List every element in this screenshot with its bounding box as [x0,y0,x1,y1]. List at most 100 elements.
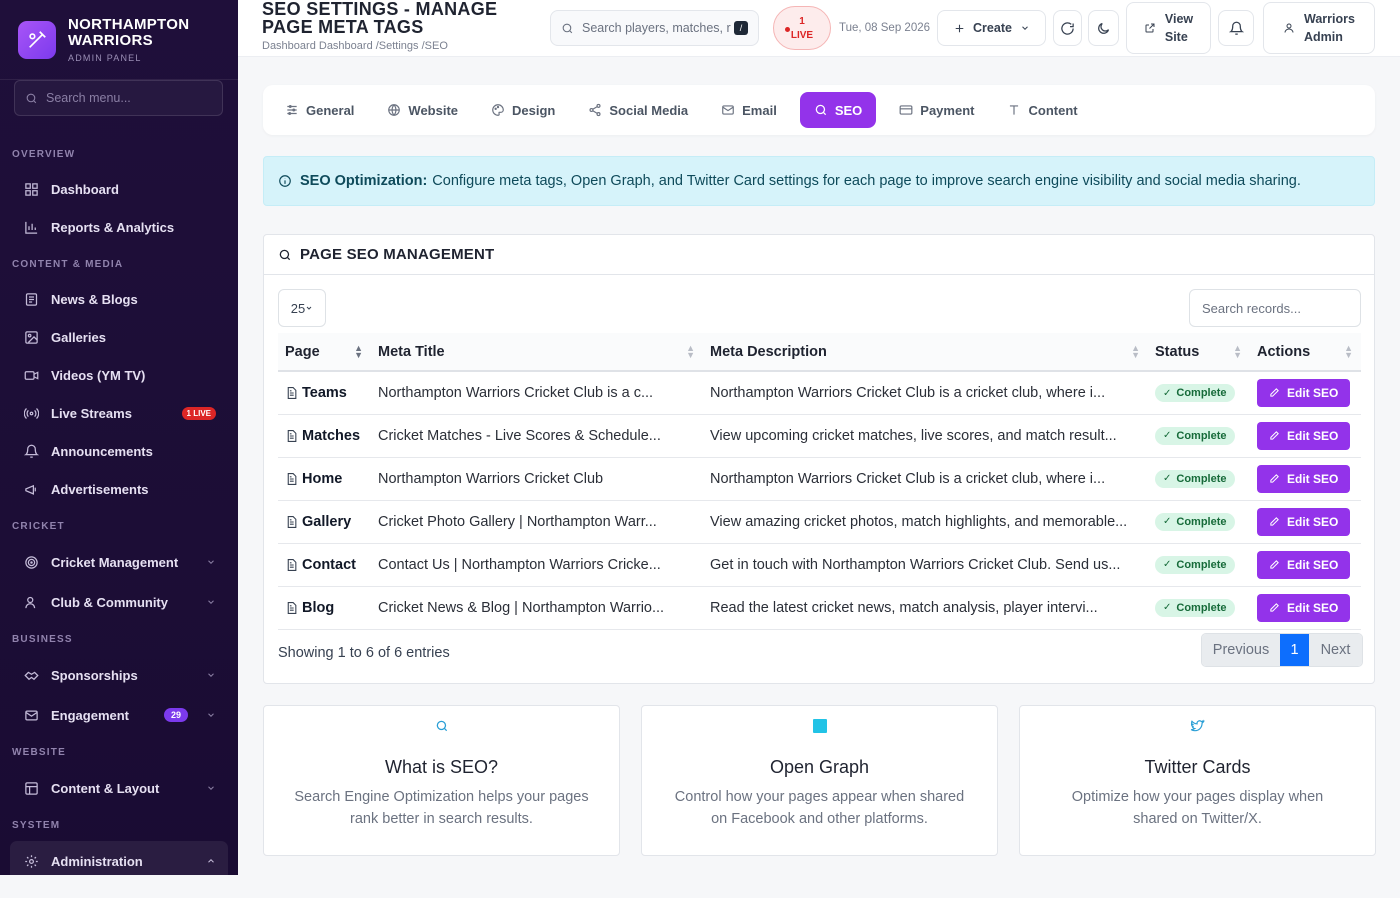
sidebar-item-sponsorships[interactable]: Sponsorships [0,655,238,695]
tab-website[interactable]: Website [377,92,468,128]
edit-seo-button[interactable]: Edit SEO [1257,464,1351,493]
cell-meta-description: View amazing cricket photos, match highl… [703,500,1148,544]
edit-seo-button[interactable]: Edit SEO [1257,507,1351,536]
status-label: Complete [1176,387,1227,399]
status-label: Complete [1176,515,1227,528]
page-seo-management-card: PAGE SEO MANAGEMENT 25 Search records...… [263,234,1375,684]
tab-email[interactable]: Email [711,92,787,128]
current-date: Tue, 08 Sep 2026 [839,22,931,34]
create-button[interactable]: Create [937,10,1046,46]
breadcrumb[interactable]: Dashboard Dashboard /Settings /SEO [262,40,448,52]
chevron-down-icon [1022,26,1028,30]
status-label: Complete [1176,558,1227,571]
edit-seo-button[interactable]: Edit SEO [1257,421,1351,450]
refresh-button[interactable] [1053,10,1082,46]
brand-subtitle: ADMIN PANEL [68,52,142,63]
megaphone-icon [22,480,40,498]
sidebar-item-videos[interactable]: Videos (YM TV) [0,356,238,394]
sidebar-item-advertisements[interactable]: Advertisements [0,470,238,508]
seo-table: Page ▲ ▼ Meta Title ▲ ▼ Meta Description ▲ ▼ S… [278,333,1361,630]
pencil-icon [1270,560,1279,569]
edit-seo-label: Edit SEO [1287,471,1339,486]
tab-seo[interactable]: SEO [799,92,877,128]
column-header-actions[interactable]: Actions ▲ ▼ [1250,333,1361,372]
cell-meta-title: Cricket News & Blog | Northampton Warrio… [371,586,703,630]
sidebar-item-label: Reports & Analytics [51,219,175,235]
search-icon [279,249,291,260]
tab-social-media[interactable]: Social Media [578,92,698,128]
column-header-status[interactable]: Status ▲ ▼ [1148,333,1250,372]
tab-content[interactable]: Content [997,92,1087,128]
column-header-page[interactable]: Page ▲ ▼ [278,333,371,372]
create-label: Create [973,21,1012,35]
sidebar-item-announcements[interactable]: Announcements [0,432,238,470]
tab-payment[interactable]: Payment [889,92,984,128]
sort-icon: ▲ ▼ [1344,343,1353,360]
sidebar-item-cricket-management[interactable]: Cricket Management [0,542,238,582]
section-label-business: BUSINESS [12,633,73,645]
brand[interactable]: NORTHAMPTON WARRIORS ADMIN PANEL [0,0,238,80]
sidebar-item-label: Cricket Management [51,554,179,570]
edit-seo-button[interactable]: Edit SEO [1257,378,1351,407]
view-site-button[interactable]: View Site [1126,2,1211,54]
page-name: Contact [302,556,356,573]
layout-icon [22,779,40,797]
dark-mode-toggle[interactable] [1088,10,1119,46]
chevron-down-icon [206,668,216,683]
sidebar-nav: OVERVIEW Dashboard Reports & Analytics C… [0,138,238,881]
tab-design[interactable]: Design [481,92,565,128]
search-icon [26,93,37,103]
cell-status: ✓ Complete [1148,543,1250,587]
cell-status: ✓ Complete [1148,414,1250,458]
pagination-page-current[interactable]: 1 [1280,634,1309,666]
cell-meta-description: Read the latest cricket news, match anal… [703,586,1148,630]
notifications-button[interactable] [1218,10,1254,46]
sidebar-item-galleries[interactable]: Galleries [0,318,238,356]
sidebar-item-news[interactable]: News & Blogs [0,280,238,318]
sidebar-item-live-streams[interactable]: Live Streams 1 LIVE [0,394,238,432]
user-name-line2: Admin [1304,30,1343,44]
column-header-meta-title[interactable]: Meta Title ▲ ▼ [371,333,703,372]
edit-seo-button[interactable]: Edit SEO [1257,593,1351,622]
image-icon [22,328,40,346]
cell-status: ✓ Complete [1148,457,1250,501]
sidebar-item-label: Sponsorships [51,667,138,683]
gear-icon [22,852,40,870]
tab-general[interactable]: General [275,92,364,128]
sidebar-item-label: Galleries [51,329,106,345]
document-icon [287,515,297,528]
cell-meta-title: Northampton Warriors Cricket Club is a c… [371,371,703,415]
section-label-website: WEBSITE [12,746,66,758]
pagination-previous[interactable]: Previous [1202,634,1280,666]
sidebar-item-engagement[interactable]: Engagement 29 [0,695,238,735]
open-graph-icon [812,719,827,733]
cell-actions: Edit SEO [1250,457,1361,501]
sidebar-item-administration[interactable]: Administration [10,841,228,881]
sidebar-item-content-layout[interactable]: Content & Layout [0,768,238,808]
status-badge: ✓ Complete [1155,426,1235,445]
global-search-input[interactable]: Search players, matches, r / [550,10,759,46]
edit-seo-label: Edit SEO [1287,557,1339,572]
check-icon: ✓ [1163,602,1172,614]
edit-seo-button[interactable]: Edit SEO [1257,550,1351,579]
page-length-select[interactable]: 25 [278,289,326,327]
global-search-placeholder: Search players, matches, r [582,21,731,35]
column-label: Meta Description [710,343,827,360]
sliders-icon [287,105,297,115]
sidebar-item-dashboard[interactable]: Dashboard [0,170,238,208]
pagination-next[interactable]: Next [1309,634,1362,666]
cell-meta-title: Cricket Matches - Live Scores & Schedule… [371,414,703,458]
info-card-title: Twitter Cards [1144,757,1251,777]
sidebar-search-input[interactable]: Search menu... [14,80,223,116]
sidebar: NORTHAMPTON WARRIORS ADMIN PANEL Search … [0,0,238,881]
tab-label: Social Media [609,102,689,118]
cell-meta-description: Get in touch with Northampton Warriors C… [703,543,1148,587]
column-label: Actions [1257,343,1311,360]
sidebar-item-club-community[interactable]: Club & Community [0,582,238,622]
cell-meta-title: Contact Us | Northampton Warriors Cricke… [371,543,703,587]
column-header-meta-description[interactable]: Meta Description ▲ ▼ [703,333,1148,372]
live-matches-indicator[interactable]: 1 LIVE [773,6,831,50]
sidebar-item-reports[interactable]: Reports & Analytics [0,208,238,246]
user-menu-button[interactable]: Warriors Admin [1263,2,1375,54]
records-search-input[interactable]: Search records... [1189,289,1361,327]
